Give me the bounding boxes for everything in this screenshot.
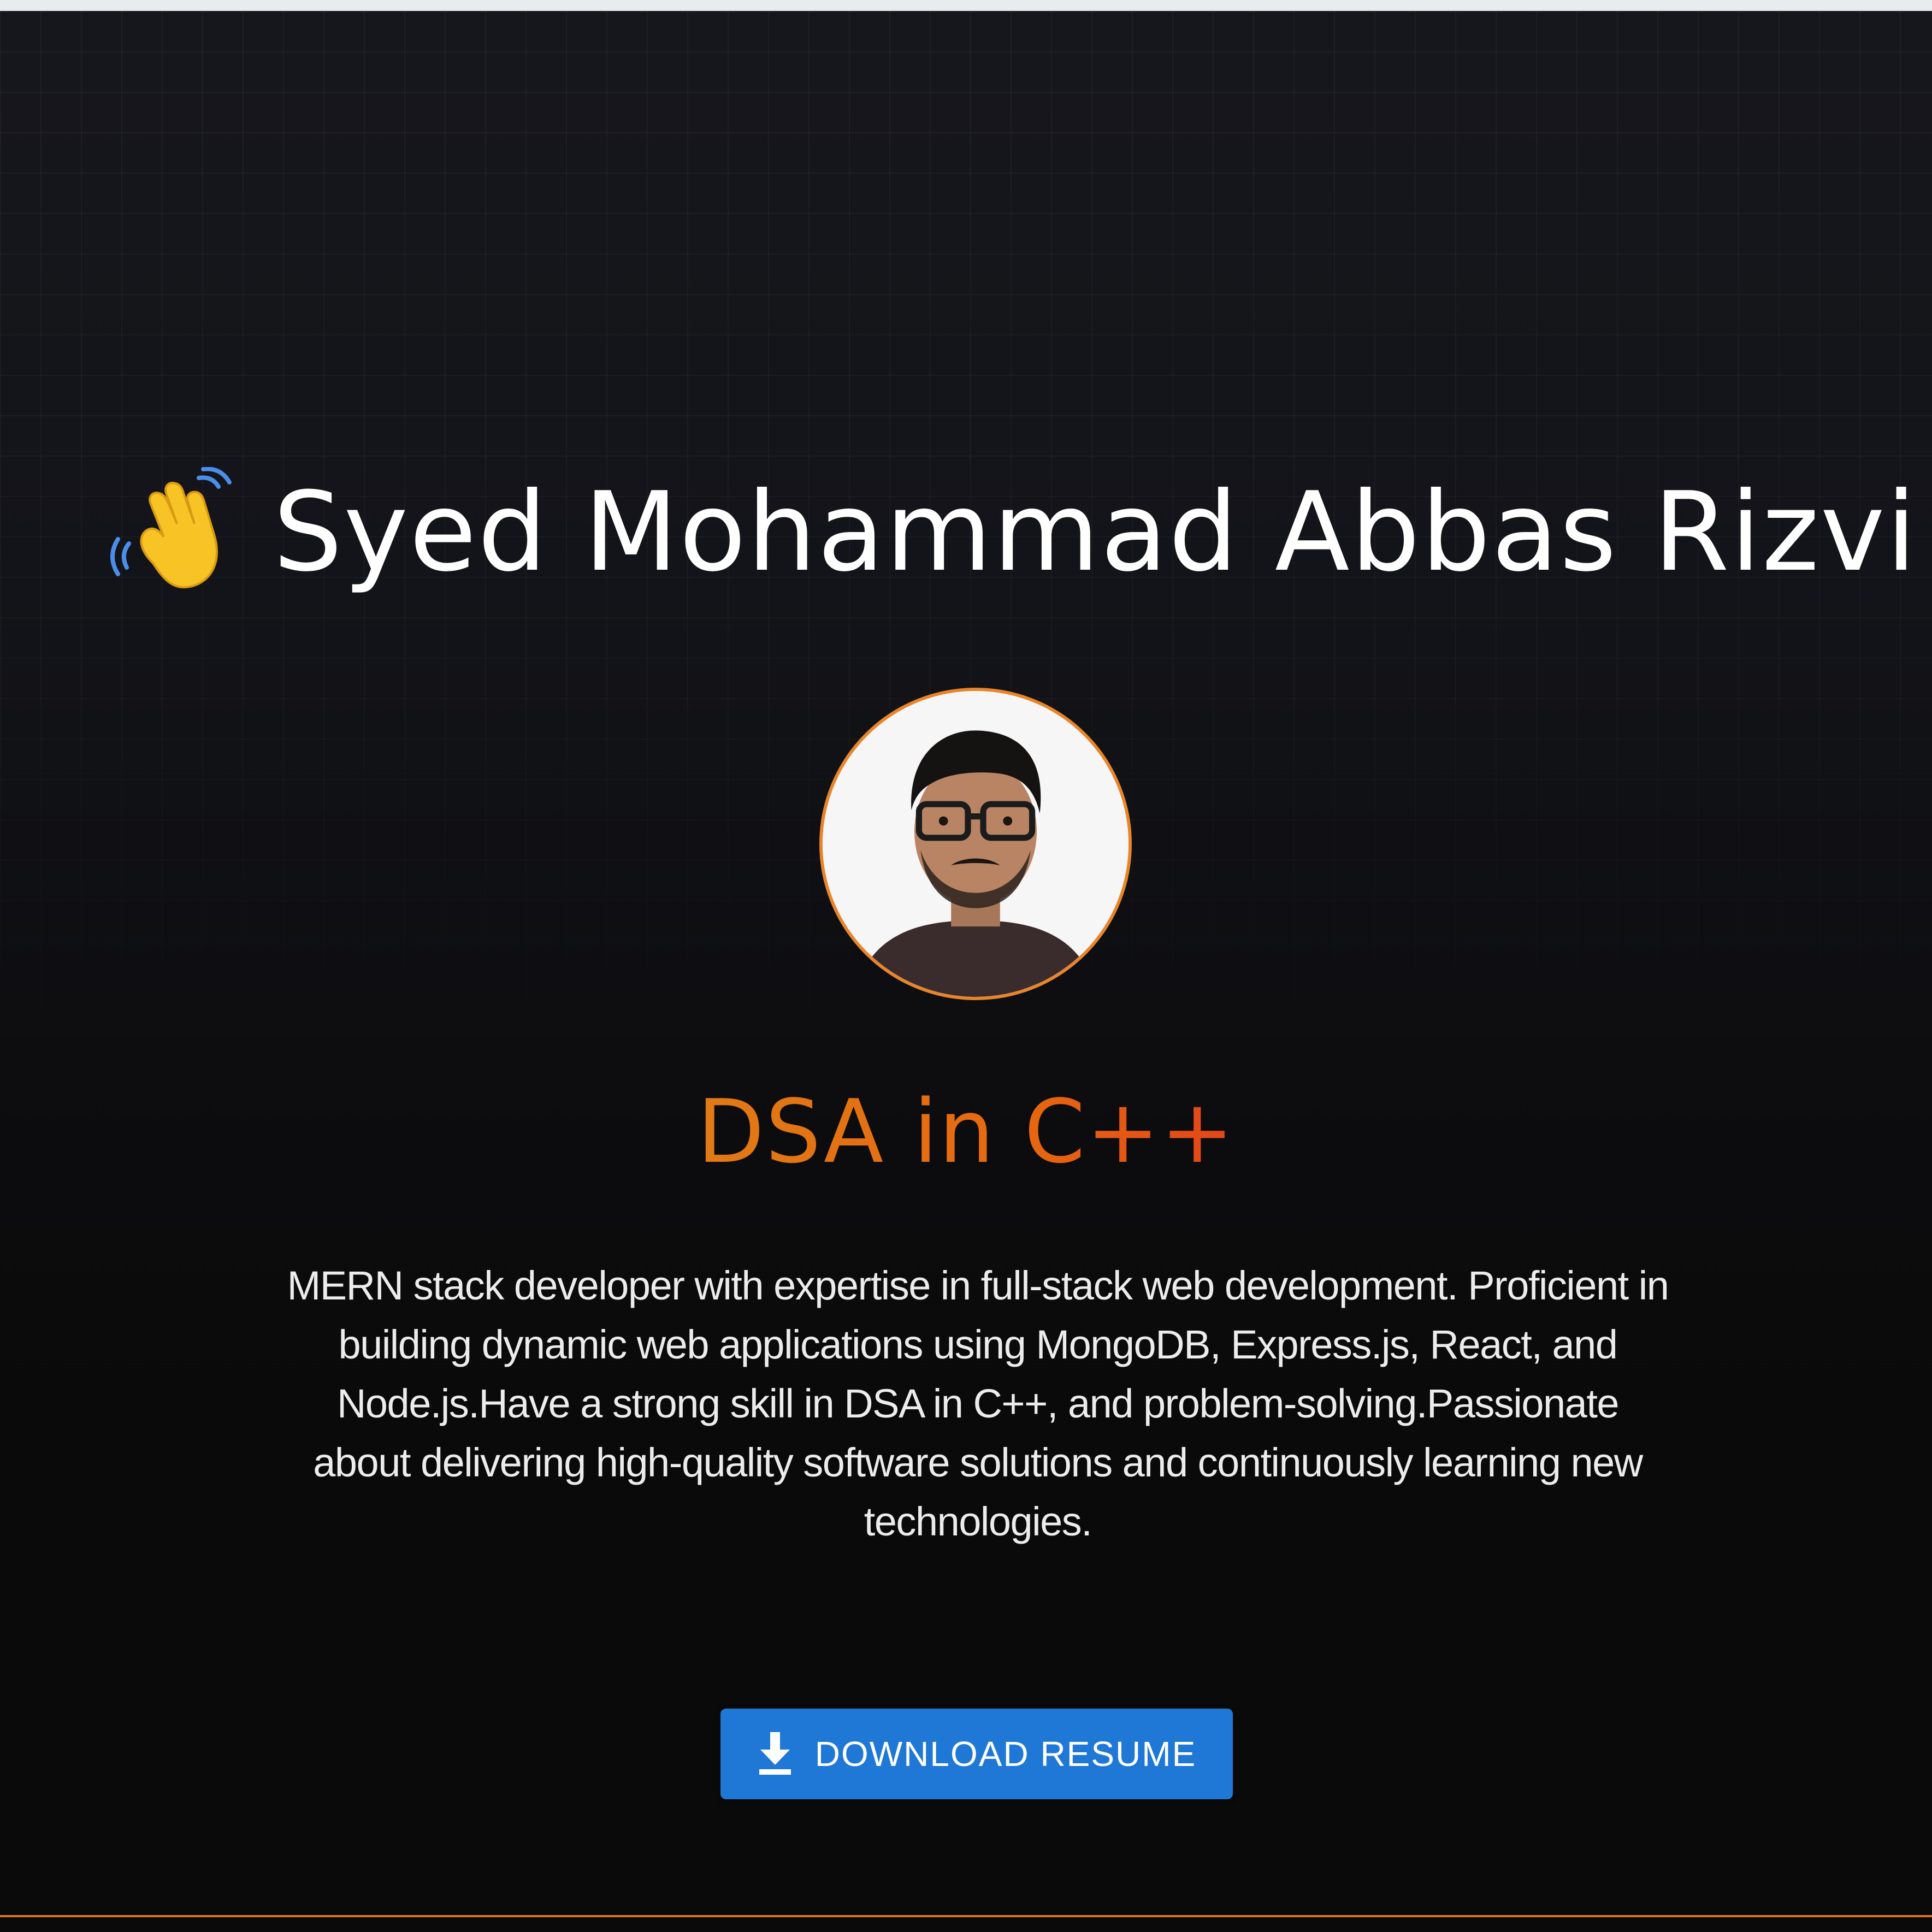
role-subtitle: DSA in C++ [0,1082,1932,1182]
waving-hand-icon [110,467,232,589]
profile-photo [823,691,1129,997]
role-subtitle-text: DSA in C++ [697,1080,1235,1183]
portfolio-page: Syed Mohammad Abbas Rizvi DSA in C++ MER… [0,0,1932,1932]
download-resume-button[interactable]: DOWNLOAD RESUME [720,1709,1233,1799]
download-resume-label: DOWNLOAD RESUME [814,1734,1197,1774]
avatar [819,688,1132,1000]
bottom-strip [0,1917,1932,1932]
download-icon [759,1732,791,1775]
top-browser-strip [0,0,1932,11]
hero-name: Syed Mohammad Abbas Rizvi [273,469,1918,596]
hero-title: Syed Mohammad Abbas Rizvi [109,464,1916,601]
bio-paragraph: MERN stack developer with expertise in f… [287,1263,1669,1544]
